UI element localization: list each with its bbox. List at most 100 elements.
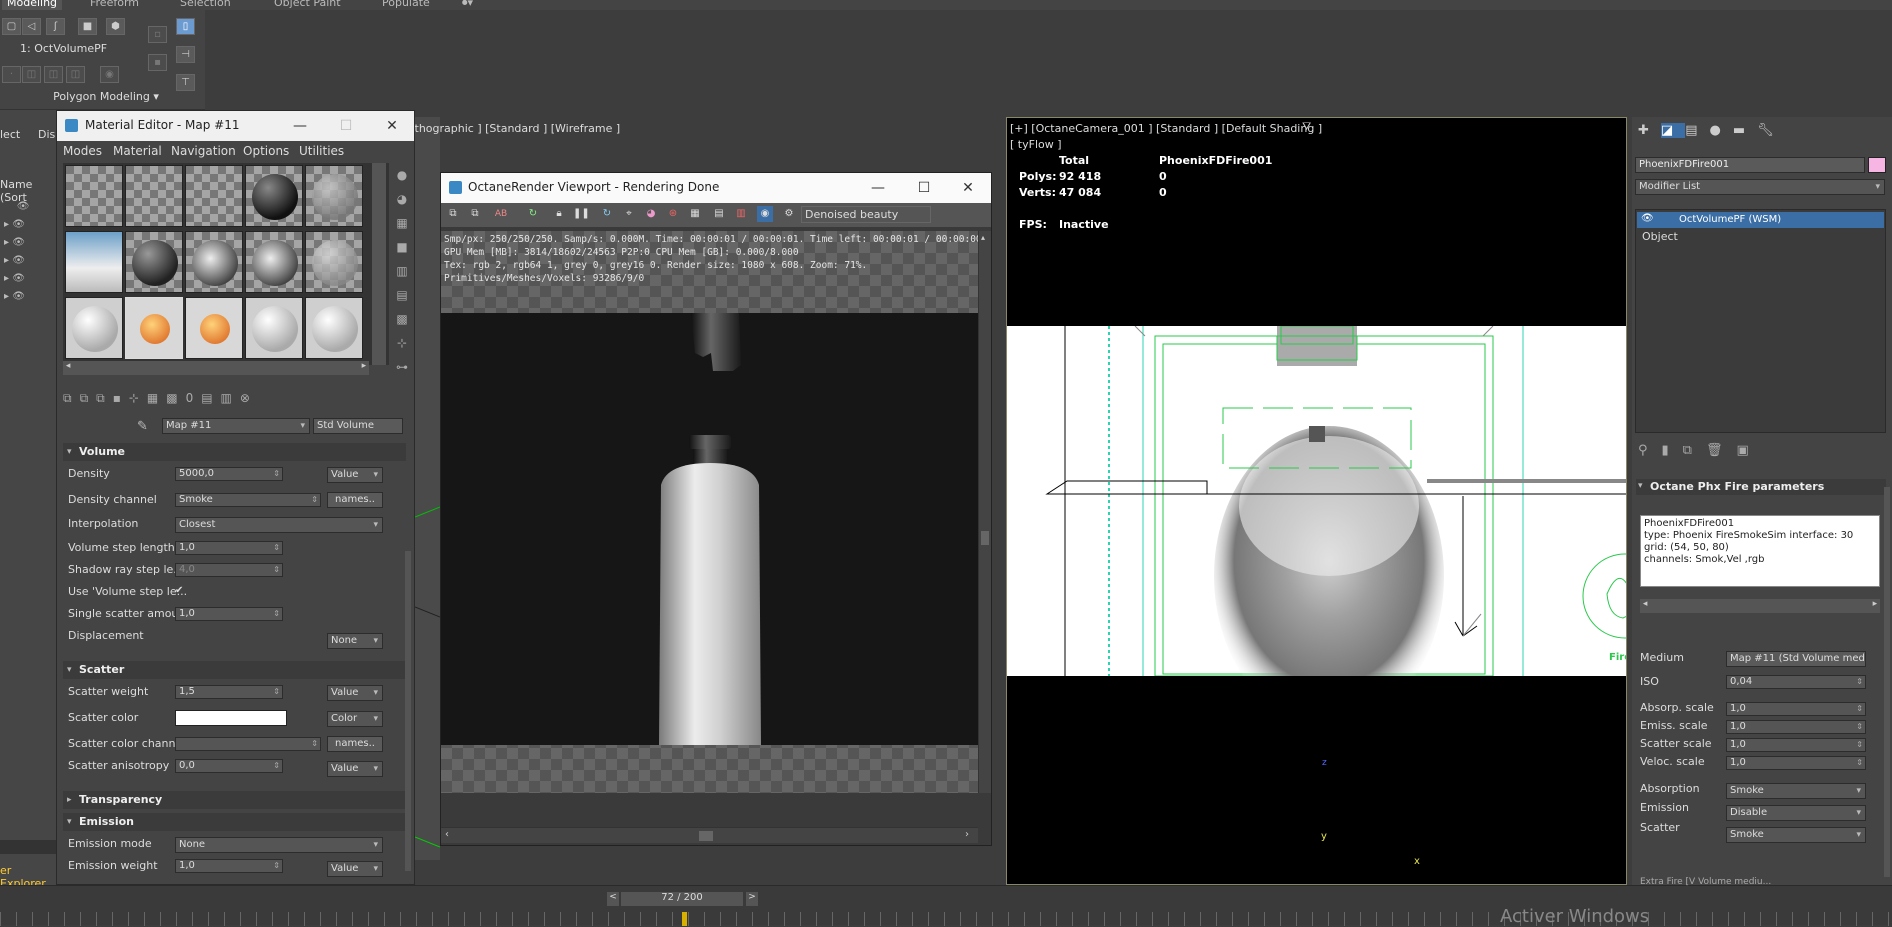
octane-viewport-titlebar[interactable]: OctaneRender Viewport - Rendering Done —… <box>441 173 991 203</box>
scatter-anisotropy-spinner[interactable]: 0,0 <box>175 759 283 773</box>
copy-render-icon[interactable]: ⧉ <box>467 206 483 222</box>
graphite-tool-icon[interactable]: ▯ <box>176 18 195 35</box>
current-frame-marker[interactable] <box>682 912 687 926</box>
settings-icon[interactable]: ⚙ <box>781 206 797 222</box>
scatter-color-channel-names-button[interactable]: names.. <box>327 736 383 752</box>
emission-weight-mode-dropdown[interactable]: Value <box>327 861 383 877</box>
render-vscroll[interactable]: ▴ <box>978 231 991 793</box>
color-picker-icon[interactable]: ◕ <box>643 206 659 222</box>
align-icon[interactable]: ⊣ <box>176 46 195 63</box>
sample-slot[interactable] <box>185 297 243 359</box>
sample-slots-scrollbar[interactable] <box>372 163 386 365</box>
draw-icon[interactable]: ◁ <box>22 18 41 35</box>
minimize-button[interactable]: — <box>277 111 323 141</box>
veloc-scale-spinner[interactable]: 1,0 <box>1726 756 1866 770</box>
soft-select-icon[interactable]: ▫ <box>148 26 167 43</box>
region-render-icon[interactable]: ⊛ <box>665 206 681 222</box>
refresh-icon[interactable]: ↻ <box>599 206 615 222</box>
rollout-scatter[interactable]: Scatter <box>63 661 406 679</box>
density-spinner[interactable]: 5000,0 <box>175 467 283 481</box>
command-panel-scrollbar[interactable] <box>1884 487 1890 877</box>
menu-navigation[interactable]: Navigation <box>171 144 236 158</box>
sample-slot[interactable] <box>305 165 363 227</box>
next-frame-button[interactable]: > <box>746 892 758 906</box>
info-hscroll[interactable]: ◂ ▸ <box>1640 599 1880 613</box>
emission-channel-dropdown[interactable]: Disable <box>1726 805 1866 821</box>
material-editor-titlebar[interactable]: Material Editor - Map #11 — ☐ ✕ <box>57 111 414 141</box>
shadow-ray-step-spinner[interactable]: 4,0 <box>175 563 283 577</box>
rollout-transparency[interactable]: Transparency <box>63 791 406 809</box>
absorption-channel-dropdown[interactable]: Smoke <box>1726 783 1866 799</box>
stack-toolbar[interactable]: ⚲▮⧉🗑︎▣ <box>1638 443 1838 458</box>
object-color-swatch[interactable] <box>1868 157 1886 173</box>
render-pass-dropdown[interactable]: Denoised beauty <box>801 206 931 223</box>
maximize-button[interactable]: ☐ <box>323 111 369 141</box>
pick-material-icon[interactable]: ✎ <box>137 419 148 434</box>
save-render-icon[interactable]: ⧉ <box>445 206 461 222</box>
sample-slot[interactable] <box>185 231 243 293</box>
density-channel-field[interactable]: Smoke <box>175 493 321 507</box>
sample-slot[interactable] <box>245 165 303 227</box>
ribbon-options-icon[interactable]: ⏺▾ <box>462 0 473 10</box>
emission-weight-spinner[interactable]: 1,0 <box>175 859 283 873</box>
lock-icon[interactable]: 🔒︎ <box>551 206 567 222</box>
edge-icon[interactable]: ◫ <box>22 66 41 83</box>
maximize-button[interactable]: ☐ <box>901 173 947 203</box>
clay-mode-icon[interactable]: ▤ <box>711 206 727 222</box>
sample-slot[interactable] <box>65 297 123 359</box>
tab-freeform[interactable]: Freeform <box>90 0 139 10</box>
scatter-color-swatch[interactable] <box>175 710 287 726</box>
scene-select-menu[interactable]: lect <box>0 128 20 141</box>
sample-slot[interactable] <box>305 231 363 293</box>
sample-slot[interactable] <box>65 231 123 293</box>
scroll-right-icon[interactable]: › <box>965 829 969 840</box>
map-type-button[interactable]: Std Volume mediur <box>313 418 403 434</box>
scatter-weight-spinner[interactable]: 1,5 <box>175 685 283 699</box>
sample-slot[interactable] <box>65 165 123 227</box>
left-viewport-label[interactable]: rthographic ] [Standard ] [Wireframe ] <box>410 122 620 135</box>
timeline[interactable]: < 72 / 200 > Activer Windows <box>0 885 1892 927</box>
ab-compare-icon[interactable]: AB <box>493 206 509 222</box>
rollout-octane-phx-fire[interactable]: Octane Phx Fire parameters <box>1636 479 1886 495</box>
render-canvas[interactable]: Smp/px: 250/250/250. Samp/s: 0.000M. Tim… <box>441 231 978 793</box>
iso-spinner[interactable]: 0,04 <box>1726 675 1866 689</box>
scatter-color-channel-field[interactable] <box>175 737 321 751</box>
film-region-icon[interactable]: ▦ <box>687 206 703 222</box>
left-viewport[interactable] <box>415 117 440 860</box>
scroll-thumb[interactable] <box>981 531 989 545</box>
scene-scrollbar[interactable] <box>0 840 56 854</box>
modifier-list-dropdown[interactable]: Modifier List <box>1635 179 1885 195</box>
freeform-icon[interactable]: ʃ <box>46 18 65 35</box>
material-editor-toolbar[interactable]: ⧉⧉⧉▪⊹▦▩0▤▥⊗ <box>63 391 403 409</box>
scatter-weight-mode-dropdown[interactable]: Value <box>327 685 383 701</box>
element-icon[interactable]: ◉ <box>100 66 119 83</box>
polygon-icon[interactable]: ◫ <box>66 66 85 83</box>
render-hscroll[interactable]: ‹ › <box>441 827 978 843</box>
modifier-stack-item[interactable]: Object <box>1642 230 1678 243</box>
parameters-scrollbar[interactable] <box>405 551 411 871</box>
menu-modes[interactable]: Modes <box>63 144 102 158</box>
scatter-channel-dropdown[interactable]: Smoke <box>1726 827 1866 843</box>
scene-tree[interactable]: 👁 ▸ 👁 ▸ 👁 ▸ 👁 ▸ 👁 ▸ 👁 <box>4 198 29 306</box>
sample-slot[interactable] <box>125 165 183 227</box>
use-volume-step-checkbox[interactable]: ✔ <box>175 585 183 596</box>
close-button[interactable]: ✕ <box>945 173 991 203</box>
emiss-scale-spinner[interactable]: 1,0 <box>1726 720 1866 734</box>
sample-slot[interactable] <box>185 165 243 227</box>
scene-display-menu[interactable]: Dis <box>38 128 55 141</box>
scatter-scale-spinner[interactable]: 1,0 <box>1726 738 1866 752</box>
density-channel-names-button[interactable]: names.. <box>327 492 383 508</box>
viewport-label[interactable]: [+] [OctaneCamera_001 ] [Standard ] [Def… <box>1010 122 1322 135</box>
interpolation-dropdown[interactable]: Closest <box>175 517 383 533</box>
rollout-volume[interactable]: Volume <box>63 443 406 461</box>
absorp-scale-spinner[interactable]: 1,0 <box>1726 702 1866 716</box>
rollout-emission[interactable]: Emission <box>63 813 406 831</box>
tab-populate[interactable]: Populate <box>382 0 430 10</box>
medium-map-button[interactable]: Map #11 (Std Volume mediun <box>1726 651 1866 667</box>
box-icon[interactable]: ■ <box>78 18 97 35</box>
scroll-left-icon[interactable]: ‹ <box>445 829 449 840</box>
sample-slots-hscroll[interactable]: ◂ ▸ <box>63 361 369 375</box>
camera-lock-icon[interactable]: ◉ <box>757 206 773 222</box>
pause-icon[interactable]: ❚❚ <box>573 206 590 222</box>
sub-sampling-icon[interactable]: ▥ <box>733 206 749 222</box>
